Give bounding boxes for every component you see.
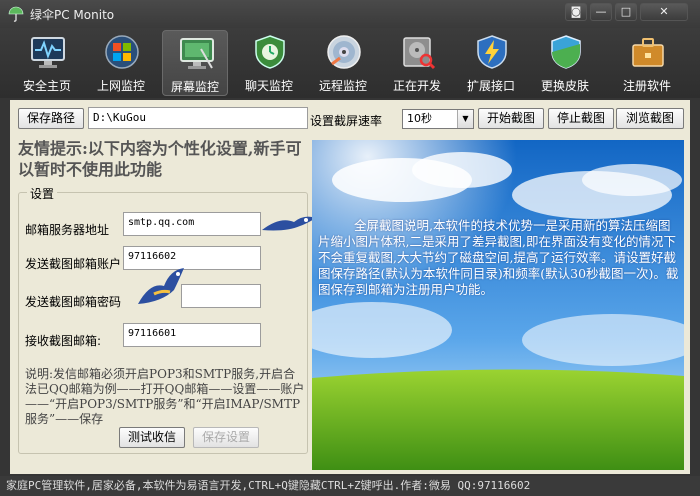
skin-button[interactable]: ◙ [565, 3, 587, 21]
capture-rate-select[interactable]: 10秒 ▼ [402, 109, 474, 129]
tool-register[interactable]: 注册软件 [614, 30, 680, 96]
tool-label: 正在开发 [392, 79, 441, 93]
mail-server-field[interactable]: smtp.qq.com [123, 212, 261, 236]
mail-server-label: 邮箱服务器地址 [25, 223, 110, 237]
maximize-button[interactable]: □ [615, 3, 637, 21]
sender-password-field[interactable] [181, 284, 261, 308]
tool-label: 聊天监控 [244, 79, 293, 93]
tool-internet-monitor[interactable]: 上网监控 [88, 30, 154, 96]
app-window: 绿伞PC Monito ◙ — □ ✕ 安全主页 上网监控 屏幕监控 聊天监控 … [0, 0, 700, 496]
tool-extension-api[interactable]: 扩展接口 [458, 30, 524, 96]
receiver-label: 接收截图邮箱: [25, 334, 102, 348]
tool-label: 屏幕监控 [170, 80, 219, 94]
minimize-button[interactable]: — [590, 3, 612, 21]
close-button[interactable]: ✕ [640, 3, 688, 21]
windows-logo-icon [105, 35, 139, 69]
tool-change-skin[interactable]: 更换皮肤 [532, 30, 598, 96]
mail-setup-description: 说明:发信邮箱必须开启POP3和SMTP服务,开启合法已QQ邮箱为例——打开QQ… [25, 367, 305, 426]
tool-chat-monitor[interactable]: 聊天监控 [236, 30, 302, 96]
friendly-tip: 友情提示:以下内容为个性化设置,新手可以暂时不使用此功能 [18, 139, 302, 179]
briefcase-icon [632, 38, 664, 67]
stop-capture-button[interactable]: 停止截图 [548, 108, 614, 129]
tool-security-home[interactable]: 安全主页 [14, 30, 80, 96]
monitor-pulse-icon [31, 37, 65, 68]
bird-mascot-icon [138, 268, 184, 304]
test-receive-button[interactable]: 测试收信 [119, 427, 185, 448]
shield-clock-icon [255, 35, 285, 69]
shield-lightning-icon [477, 35, 507, 69]
start-capture-button[interactable]: 开始截图 [478, 108, 544, 129]
tool-in-development[interactable]: 正在开发 [384, 30, 450, 96]
window-title: 绿伞PC Monito [30, 8, 115, 22]
capture-rate-value: 10秒 [407, 112, 432, 125]
status-bar: 家庭PC管理软件,居家必备,本软件为易语言开发,CTRL+Q键隐藏CTRL+Z键… [0, 476, 700, 496]
chevron-down-icon[interactable]: ▼ [457, 110, 473, 128]
title-bar[interactable]: 绿伞PC Monito ◙ — □ ✕ [0, 0, 700, 28]
tool-label: 更换皮肤 [540, 79, 589, 93]
tool-label: 扩展接口 [466, 79, 515, 93]
save-settings-button[interactable]: 保存设置 [193, 427, 259, 448]
save-path-button[interactable]: 保存路径 [18, 108, 84, 129]
sky-meadow-image [312, 140, 684, 470]
tool-label: 注册软件 [622, 79, 671, 93]
bird-mascot-icon [262, 216, 316, 231]
capture-explanation: 全屏截图说明,本软件的技术优势一是采用新的算法压缩图片缩小图片体积,二是采用了差… [318, 218, 679, 297]
screenshot-preview: 全屏截图说明,本软件的技术优势一是采用新的算法压缩图片缩小图片体积,二是采用了差… [312, 140, 684, 470]
tool-label: 上网监控 [96, 79, 145, 93]
settings-group-title: 设置 [27, 185, 58, 202]
sender-password-label: 发送截图邮箱密码 [25, 295, 122, 309]
umbrella-logo-icon [8, 6, 24, 22]
main-toolbar: 安全主页 上网监控 屏幕监控 聊天监控 远程监控 正在开发 扩展接口 更换皮肤 … [0, 28, 700, 98]
save-path-field[interactable]: D:\KuGou [88, 107, 308, 129]
disc-icon [327, 35, 361, 69]
screen-monitor-panel: 保存路径 D:\KuGou 设置截屏速率 10秒 ▼ 开始截图 停止截图 浏览截… [10, 100, 690, 474]
shield-skin-icon [551, 35, 581, 69]
screen-monitor-icon [180, 38, 214, 69]
browse-capture-button[interactable]: 浏览截图 [616, 108, 684, 129]
receiver-field[interactable]: 97116601 [123, 323, 261, 347]
hard-drive-search-icon [403, 37, 436, 70]
tool-remote-monitor[interactable]: 远程监控 [310, 30, 376, 96]
sender-account-label: 发送截图邮箱账户 [25, 257, 122, 271]
capture-rate-label: 设置截屏速率 [310, 114, 383, 128]
tool-label: 远程监控 [318, 79, 367, 93]
tool-label: 安全主页 [22, 79, 71, 93]
tool-screen-monitor[interactable]: 屏幕监控 [162, 30, 228, 96]
